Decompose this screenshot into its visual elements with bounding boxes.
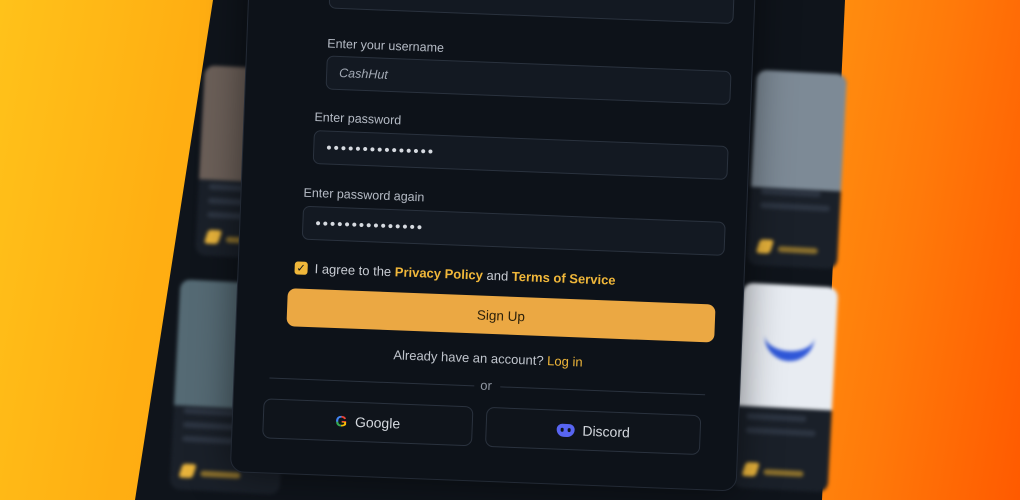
discord-login-button[interactable]: Discord: [484, 406, 702, 456]
coin-icon: [203, 229, 223, 245]
signup-modal: joe@cashhut.net Enter your username Cash…: [229, 0, 758, 492]
username-field[interactable]: CashHut: [325, 55, 732, 106]
coin-icon: [741, 462, 760, 477]
divider-left: [269, 377, 475, 387]
password-field[interactable]: •••••••••••••••: [312, 130, 729, 180]
offer-thumbnail: [736, 282, 839, 411]
agree-checkbox[interactable]: ✓: [294, 261, 308, 275]
divider-right: [500, 386, 706, 396]
privacy-policy-link[interactable]: Privacy Policy: [395, 264, 484, 282]
already-prefix: Already have an account?: [393, 347, 548, 369]
agree-prefix: I agree to the: [314, 261, 396, 280]
password-again-field[interactable]: •••••••••••••••: [301, 205, 726, 256]
discord-icon: [556, 423, 575, 437]
offer-card[interactable]: [746, 69, 848, 270]
coin-icon: [178, 463, 197, 479]
terms-of-service-link[interactable]: Terms of Service: [512, 269, 616, 288]
login-link[interactable]: Log in: [547, 353, 583, 369]
google-login-button[interactable]: G Google: [262, 398, 474, 447]
password-again-label: Enter password again: [303, 185, 425, 205]
email-field[interactable]: joe@cashhut.net: [328, 0, 735, 25]
discord-button-label: Discord: [582, 422, 631, 441]
username-label: Enter your username: [327, 36, 445, 55]
google-icon: G: [335, 412, 348, 431]
agree-text: I agree to the Privacy Policy and Terms …: [314, 261, 615, 288]
already-account-text: Already have an account? Log in: [393, 347, 583, 369]
password-label: Enter password: [314, 110, 402, 128]
coin-icon: [755, 239, 775, 254]
google-button-label: Google: [354, 413, 401, 432]
offer-card[interactable]: [732, 282, 839, 493]
agree-and: and: [482, 267, 513, 284]
sign-up-button[interactable]: Sign Up: [286, 288, 716, 343]
offer-thumbnail: [751, 69, 848, 192]
wave-logo-icon: [763, 323, 816, 363]
or-divider-text: or: [480, 377, 493, 394]
